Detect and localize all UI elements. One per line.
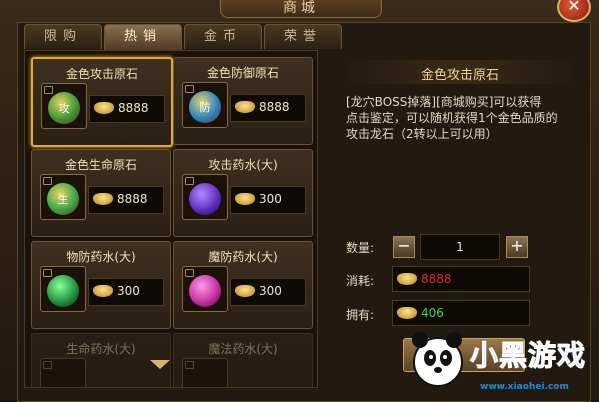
close-icon: ✕ [567, 0, 581, 15]
stone-glyph: 防 [199, 101, 211, 114]
lock-icon [44, 86, 53, 94]
item-name: 物防药水(大) [66, 250, 136, 264]
attack-potion-icon [189, 183, 221, 215]
owned-value: 406 [421, 306, 444, 320]
lock-icon [43, 177, 52, 185]
price-box: 8888 [88, 186, 164, 214]
gold-ingot-icon [235, 101, 255, 113]
price-box: 8888 [89, 95, 165, 123]
tab-hot[interactable]: 热销 [104, 24, 182, 50]
item-slot [40, 358, 86, 387]
item-magic-defense-potion[interactable]: 魔防药水(大) 300 [173, 241, 313, 329]
cost-value: 8888 [421, 272, 452, 286]
cost-label: 消耗: [346, 274, 375, 288]
item-slot [182, 266, 228, 312]
item-price: 8888 [118, 101, 149, 115]
panda-mascot-icon [412, 332, 463, 387]
item-name: 金色防御原石 [206, 66, 279, 80]
owned-box: 406 [392, 300, 530, 326]
lock-icon [185, 85, 194, 93]
gold-ingot-icon [93, 285, 113, 297]
item-slot [182, 358, 228, 387]
lock-icon [43, 361, 52, 369]
watermark-logo-text: 小黑游戏 [469, 339, 587, 373]
item-gold-life-stone[interactable]: 金色生命原石 生 8888 [31, 149, 171, 237]
quantity-label: 数量: [346, 241, 375, 255]
shop-window: 商城 ✕ 限购 热销 金币 荣誉 金色攻击原石 攻 8888 金色防御原石 防 … [0, 0, 599, 402]
magic-defense-potion-icon [189, 275, 221, 307]
scroll-down-arrow-icon[interactable] [150, 360, 170, 369]
price-box: 300 [88, 278, 164, 306]
gold-ingot-icon [397, 307, 417, 319]
description-line: [龙穴BOSS掉落][商城购买]可以获得 [346, 95, 542, 109]
lock-icon [43, 269, 52, 277]
gold-ingot-icon [397, 273, 417, 285]
price-box: 300 [230, 278, 306, 306]
item-slot [182, 174, 228, 220]
close-button[interactable]: ✕ [557, 0, 591, 22]
item-name: 生命药水(大) [66, 342, 136, 356]
item-name: 金色生命原石 [64, 158, 137, 172]
item-price: 300 [259, 284, 282, 298]
minus-icon: − [397, 236, 411, 255]
item-physical-defense-potion[interactable]: 物防药水(大) 300 [31, 241, 171, 329]
gold-ingot-icon [235, 193, 255, 205]
price-box: 300 [230, 186, 306, 214]
gold-life-stone-icon: 生 [47, 183, 79, 215]
stone-glyph: 生 [57, 193, 69, 206]
description-line: 点击鉴定，可以随机获得1个金色品质的 [346, 111, 558, 125]
lock-icon [185, 177, 194, 185]
cost-box: 8888 [392, 266, 530, 292]
item-name: 金色攻击原石 [65, 67, 138, 81]
lock-icon [185, 269, 194, 277]
item-gold-defense-stone[interactable]: 金色防御原石 防 8888 [173, 57, 313, 145]
gold-ingot-icon [94, 102, 114, 114]
quantity-increase-button[interactable]: + [506, 236, 528, 258]
item-slot: 防 [182, 82, 228, 128]
plus-icon: + [510, 236, 524, 255]
item-attack-potion[interactable]: 攻击药水(大) 300 [173, 149, 313, 237]
tab-gold[interactable]: 金币 [184, 24, 262, 49]
item-grid: 金色攻击原石 攻 8888 金色防御原石 防 8888 金色生命原石 生 888… [24, 50, 318, 388]
gold-ingot-icon [235, 285, 255, 297]
lock-icon [185, 361, 194, 369]
item-gold-attack-stone[interactable]: 金色攻击原石 攻 8888 [31, 57, 173, 147]
gold-defense-stone-icon: 防 [189, 91, 221, 123]
window-title-bar: 商城 [220, 0, 382, 18]
item-slot [40, 266, 86, 312]
gold-ingot-icon [93, 193, 113, 205]
physical-defense-potion-icon [47, 275, 79, 307]
item-name: 魔防药水(大) [208, 250, 278, 264]
detail-header: 金色攻击原石 [342, 60, 578, 84]
window-title: 商城 [283, 0, 319, 16]
quantity-decrease-button[interactable]: − [393, 236, 415, 258]
item-name: 攻击药水(大) [208, 158, 278, 172]
item-name: 魔法药水(大) [208, 342, 278, 356]
item-slot: 生 [40, 174, 86, 220]
item-price: 8888 [117, 192, 148, 206]
quantity-input[interactable]: 1 [420, 234, 500, 260]
item-price: 300 [117, 284, 140, 298]
gold-attack-stone-icon: 攻 [48, 92, 80, 124]
owned-label: 拥有: [346, 308, 375, 322]
item-price: 8888 [259, 100, 290, 114]
watermark-url: www.xiaohei.com [480, 382, 569, 392]
item-mana-potion[interactable]: 魔法药水(大) [173, 333, 313, 387]
price-box: 8888 [230, 94, 306, 122]
item-description: [龙穴BOSS掉落][商城购买]可以获得 点击鉴定，可以随机获得1个金色品质的 … [346, 94, 582, 142]
tab-limited[interactable]: 限购 [24, 24, 102, 49]
detail-title: 金色攻击原石 [420, 68, 499, 83]
item-price: 300 [259, 192, 282, 206]
tab-honor[interactable]: 荣誉 [264, 24, 342, 49]
description-line: 攻击龙石（2转以上可以用） [346, 127, 498, 141]
stone-glyph: 攻 [58, 102, 70, 115]
item-slot: 攻 [41, 83, 87, 129]
